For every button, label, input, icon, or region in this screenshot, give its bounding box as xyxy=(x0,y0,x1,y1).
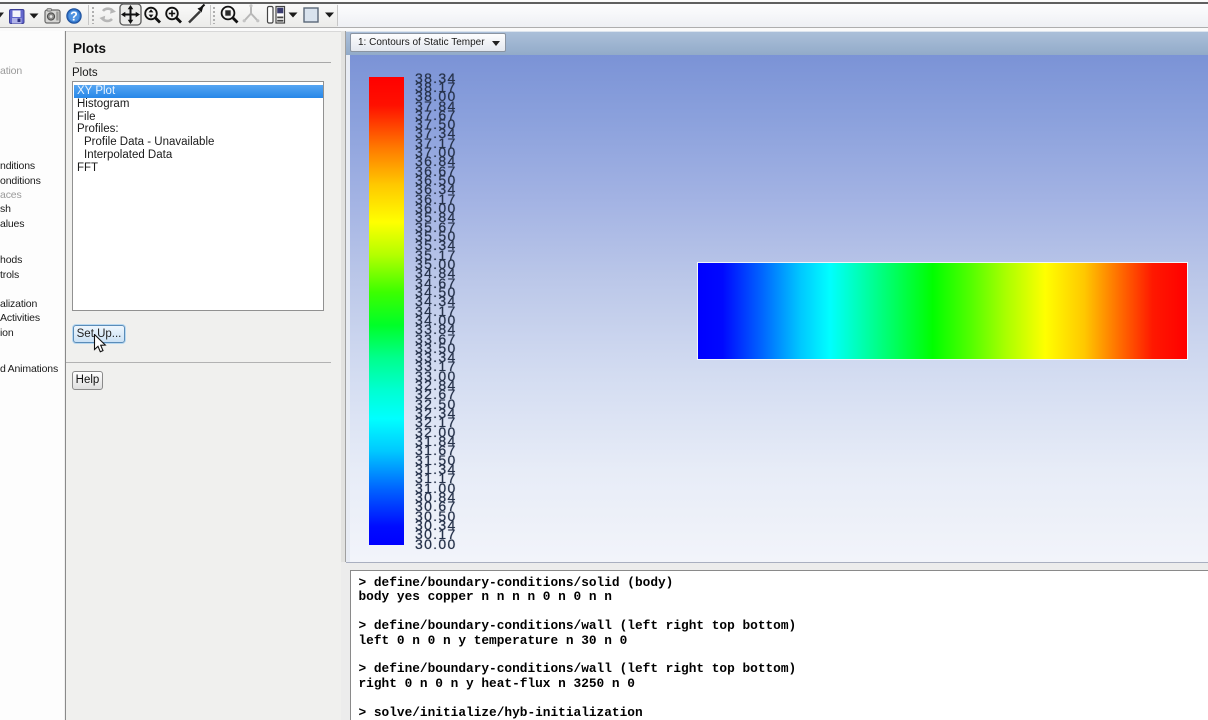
svg-text:?: ? xyxy=(70,10,78,24)
